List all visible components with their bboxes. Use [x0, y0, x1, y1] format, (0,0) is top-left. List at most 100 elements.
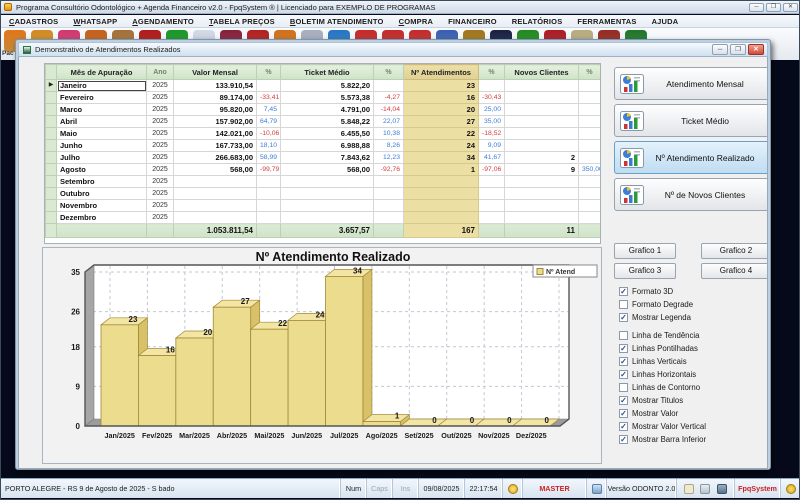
grid-cell[interactable] [478, 199, 505, 212]
child-minimize-button[interactable]: ─ [712, 44, 728, 55]
grid-cell[interactable] [578, 79, 600, 92]
grid-cell[interactable]: 350,00 [578, 163, 600, 176]
child-title-bar[interactable]: Demonstrativo de Atendimentos Realizados… [18, 42, 768, 57]
grid-cell[interactable]: 22,07 [373, 115, 404, 128]
table-row[interactable]: Novembro 2025 [45, 199, 600, 212]
checkbox-box[interactable]: ✓ [619, 421, 628, 431]
table-row[interactable]: Marco 2025 95.820,00 7,45 4.791,00 -14,04 20 25… [45, 103, 600, 116]
grid-cell[interactable]: Fevereiro [56, 91, 147, 104]
grid-cell[interactable] [578, 127, 600, 140]
chart-button-n-de-novos-clientes[interactable]: Nº de Novos Clientes [614, 178, 767, 211]
checkbox-mostrar-titulos[interactable]: ✓ Mostrar Titulos [619, 394, 683, 406]
menu-agendamento[interactable]: AGENDAMENTO [132, 17, 194, 26]
grid-cell[interactable] [173, 187, 257, 200]
grid-cell[interactable] [373, 211, 404, 224]
grid-cell[interactable] [373, 199, 404, 212]
grid-cell[interactable] [373, 175, 404, 188]
grid-cell[interactable]: 1 [403, 163, 479, 176]
grid-cell[interactable]: 568,00 [280, 163, 374, 176]
grid-cell[interactable]: 4.791,00 [280, 103, 374, 116]
grid-cell[interactable]: Marco [56, 103, 147, 116]
table-row[interactable]: Agosto 2025 568,00 -99,79 568,00 -92,76 1 -97,0… [45, 163, 600, 176]
grid-cell[interactable]: 12,23 [373, 151, 404, 164]
table-row[interactable]: Dezembro 2025 [45, 211, 600, 224]
grid-cell[interactable] [280, 211, 374, 224]
grid-cell[interactable]: 157.902,00 [173, 115, 257, 128]
checkbox-box[interactable]: ✓ [619, 395, 628, 405]
grid-cell[interactable]: 6.455,50 [280, 127, 374, 140]
grid-cell[interactable] [504, 103, 579, 116]
grid-cell[interactable]: 2025 [146, 79, 174, 92]
grid-cell[interactable] [403, 175, 479, 188]
grid-cell[interactable]: 2025 [146, 187, 174, 200]
grid-cell[interactable]: Junho [56, 139, 147, 152]
menu-tabela-pre-os[interactable]: TABELA PREÇOS [209, 17, 275, 26]
grid-cell[interactable]: Setembro [56, 175, 147, 188]
menu-financeiro[interactable]: FINANCEIRO [448, 17, 497, 26]
checkbox-box[interactable]: ✓ [619, 434, 628, 444]
grid-cell[interactable]: 2 [504, 151, 579, 164]
grid-cell[interactable]: 8,26 [373, 139, 404, 152]
grid-cell[interactable]: Agosto [56, 163, 147, 176]
grid-cell[interactable]: 5.822,20 [280, 79, 374, 92]
grid-cell[interactable] [504, 79, 579, 92]
grid-cell[interactable]: 2025 [146, 151, 174, 164]
checkbox-linhas-horizontais[interactable]: ✓ Linhas Horizontais [619, 368, 696, 380]
menu-whatsapp[interactable]: WHATSAPP [73, 17, 117, 26]
checkbox-box[interactable] [619, 382, 628, 392]
checkbox-linhas-de-contorno[interactable]: Linhas de Contorno [619, 381, 700, 393]
minimize-button[interactable]: ─ [749, 2, 764, 12]
grid-cell[interactable] [578, 187, 600, 200]
button-grafico-4[interactable]: Grafico 4 [701, 263, 767, 279]
menu-compra[interactable]: COMPRA [399, 17, 434, 26]
checkbox-box[interactable]: ✓ [619, 369, 628, 379]
grid-cell[interactable] [504, 91, 579, 104]
checkbox-linha-de-tend-ncia[interactable]: Linha de Tendência [619, 329, 700, 341]
grid-cell[interactable]: 18,10 [256, 139, 281, 152]
grid-cell[interactable]: Dezembro [56, 211, 147, 224]
grid-cell[interactable]: -30,43 [478, 91, 505, 104]
grid-cell[interactable] [578, 175, 600, 188]
grid-cell[interactable] [478, 79, 505, 92]
grid-cell[interactable]: 58,99 [256, 151, 281, 164]
grid-cell[interactable]: -92,76 [373, 163, 404, 176]
grid-cell[interactable] [504, 187, 579, 200]
chart-button-n-atendimento-realizado[interactable]: Nº Atendimento Realizado [614, 141, 767, 174]
grid-cell[interactable] [280, 175, 374, 188]
grid-cell[interactable] [478, 211, 505, 224]
checkbox-box[interactable]: ✓ [619, 343, 628, 353]
grid-cell[interactable] [504, 175, 579, 188]
grid-cell[interactable] [403, 211, 479, 224]
grid-cell[interactable] [256, 199, 281, 212]
grid-cell[interactable]: 25,00 [478, 103, 505, 116]
grid-cell[interactable] [504, 211, 579, 224]
chart-button-atendimento-mensal[interactable]: Atendimento Mensal [614, 67, 767, 100]
grid-cell[interactable] [256, 79, 281, 92]
grid-cell[interactable] [504, 115, 579, 128]
checkbox-box[interactable]: ✓ [619, 408, 628, 418]
checkbox-box[interactable]: ✓ [619, 286, 628, 296]
grid-cell[interactable]: 5.848,22 [280, 115, 374, 128]
grid-cell[interactable]: -10,06 [256, 127, 281, 140]
grid-cell[interactable]: Janeiro [56, 79, 147, 92]
table-row[interactable]: Maio 2025 142.021,00 -10,06 6.455,50 10,38 22-… [45, 127, 600, 140]
grid-cell[interactable]: -97,06 [478, 163, 505, 176]
grid-cell[interactable]: 27 [403, 115, 479, 128]
button-grafico-3[interactable]: Grafico 3 [614, 263, 676, 279]
grid-cell[interactable]: 89.174,00 [173, 91, 257, 104]
button-grafico-1[interactable]: Grafico 1 [614, 243, 676, 259]
grid-cell[interactable] [578, 151, 600, 164]
checkbox-formato-degrade[interactable]: Formato Degrade [619, 298, 693, 310]
grid-cell[interactable]: 2025 [146, 91, 174, 104]
grid-cell[interactable] [373, 187, 404, 200]
grid-cell[interactable] [373, 79, 404, 92]
grid-cell[interactable]: 2025 [146, 115, 174, 128]
grid-cell[interactable] [578, 139, 600, 152]
grid-cell[interactable] [478, 187, 505, 200]
grid-cell[interactable] [578, 103, 600, 116]
checkbox-box[interactable]: ✓ [619, 312, 628, 322]
grid-cell[interactable] [504, 127, 579, 140]
grid-cell[interactable] [256, 187, 281, 200]
grid-cell[interactable]: 142.021,00 [173, 127, 257, 140]
menu-relat-rios[interactable]: RELATÓRIOS [512, 17, 563, 26]
